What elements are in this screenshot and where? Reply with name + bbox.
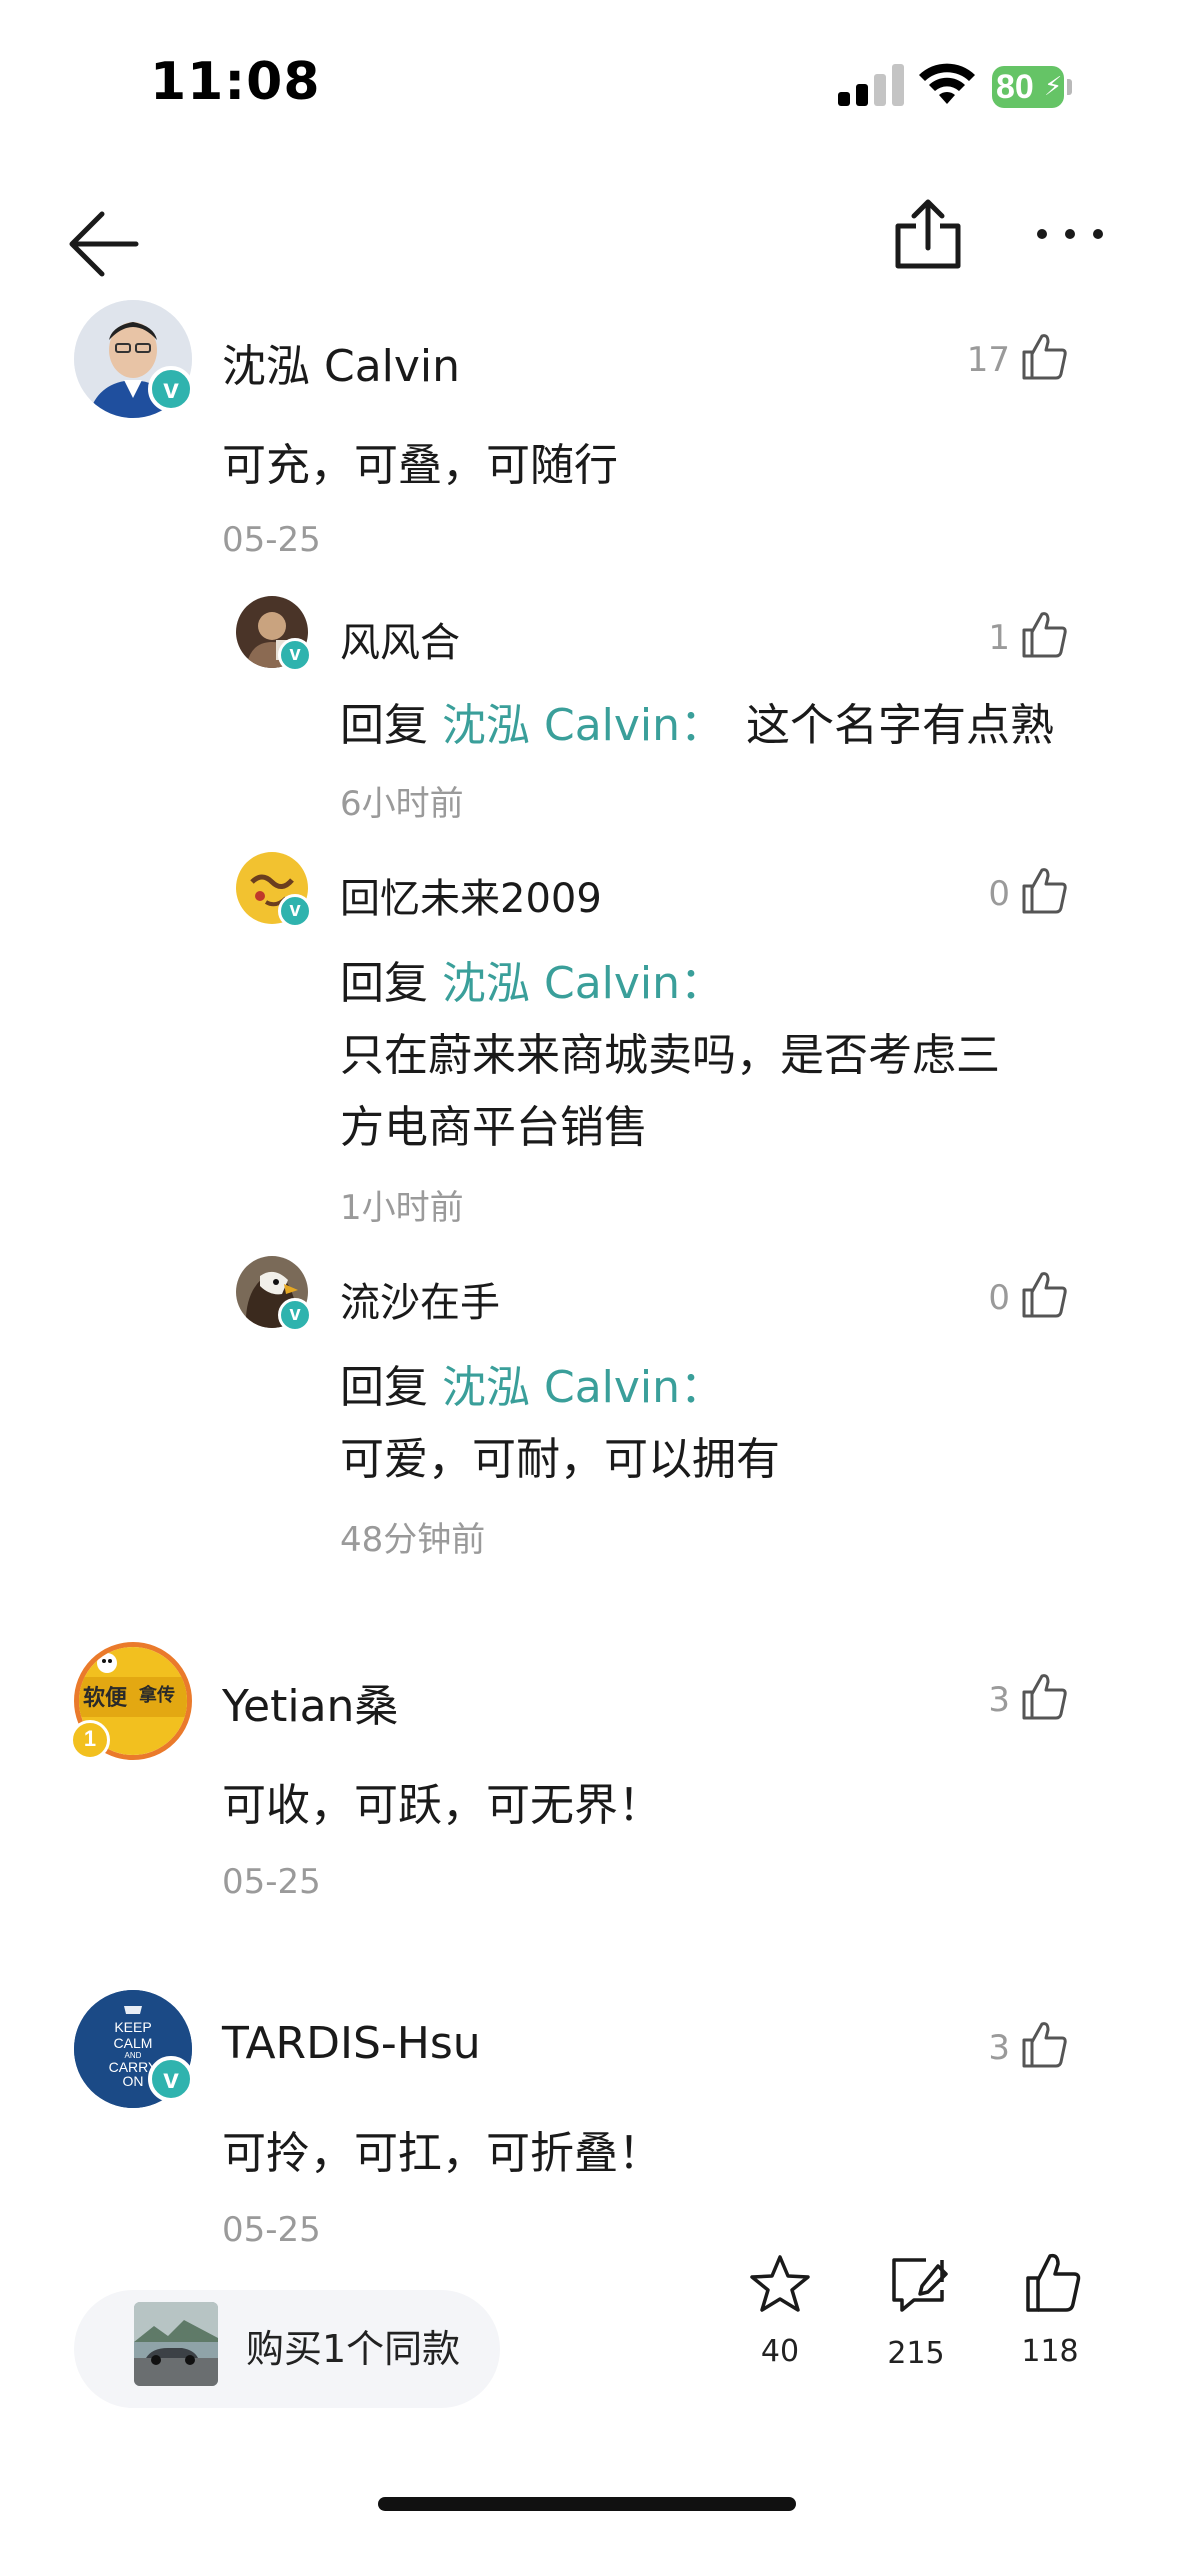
like-count: 3 <box>988 1680 1010 1720</box>
comment-date: 05-25 <box>222 1862 321 1902</box>
thumbs-up-icon[interactable] <box>1020 2250 1084 2314</box>
thumbs-up-icon[interactable] <box>1018 2018 1070 2070</box>
comment-author[interactable]: 沈泓 Calvin <box>222 330 460 394</box>
avatar-text: 软便 <box>83 1685 128 1711</box>
like-count: 0 <box>988 1278 1010 1318</box>
favorite-count: 40 <box>760 2334 800 2369</box>
battery-level: 80 <box>996 68 1034 106</box>
status-time: 11:08 <box>150 52 321 112</box>
reply-text: 可爱，可耐，可以拥有 <box>340 1434 780 1485</box>
charging-bolt-icon: ⚡ <box>1044 72 1063 102</box>
more-dots-icon[interactable] <box>1030 214 1110 254</box>
reply-author[interactable]: 流沙在手 <box>340 1270 500 1328</box>
battery-indicator: 80 ⚡ <box>992 66 1072 108</box>
verified-badge-icon: v <box>148 366 194 412</box>
avatar-text: CALM <box>114 2035 153 2051</box>
thumbs-up-icon[interactable] <box>1018 864 1070 916</box>
avatar-text: ON <box>123 2073 144 2089</box>
verified-badge-icon: v <box>278 638 312 672</box>
reply-text: 只在蔚来来商城卖吗，是否考虑三 <box>340 1030 1000 1081</box>
thumbs-up-icon[interactable] <box>1018 330 1070 382</box>
avatar-text: KEEP <box>114 2019 151 2035</box>
comment-text: 可充，可叠，可随行 <box>222 440 618 491</box>
thumbs-up-icon[interactable] <box>1018 608 1070 660</box>
product-image <box>134 2302 218 2386</box>
comment-count: 215 <box>887 2336 945 2371</box>
avatar-text: 拿传 <box>138 1684 175 1706</box>
comment-text: 可拎，可扛，可折叠！ <box>222 2128 662 2179</box>
level-badge: 1 <box>70 1720 110 1760</box>
reply-line: 回复 沈泓 Calvin： 这个名字有点熟 <box>340 690 1054 762</box>
like-total-count: 118 <box>1021 2334 1079 2369</box>
thumbs-up-icon[interactable] <box>1018 1670 1070 1722</box>
thumbs-up-icon[interactable] <box>1018 1268 1070 1320</box>
comment-date: 05-25 <box>222 2210 321 2250</box>
wifi-icon <box>919 63 975 104</box>
like-count: 1 <box>988 618 1010 658</box>
comment-author[interactable]: TARDIS-Hsu <box>222 2018 481 2069</box>
like-count: 0 <box>988 874 1010 914</box>
reply-line: 回复 沈泓 Calvin： <box>340 1352 724 1424</box>
verified-badge-icon: v <box>148 2056 194 2102</box>
comment-date: 05-25 <box>222 520 321 560</box>
reply-time: 1小时前 <box>340 1188 464 1228</box>
reply-line: 回复 沈泓 Calvin： <box>340 948 724 1020</box>
home-indicator[interactable] <box>378 2497 796 2511</box>
reply-prefix: 回复 <box>340 958 428 1009</box>
reply-prefix: 回复 <box>340 1362 428 1413</box>
like-count: 3 <box>988 2028 1010 2068</box>
product-thumbnail[interactable] <box>134 2302 218 2386</box>
back-arrow-icon[interactable] <box>66 204 146 284</box>
share-icon[interactable] <box>888 196 968 276</box>
buy-same-label[interactable]: 购买1个同款 <box>246 2318 460 2373</box>
reply-target-link[interactable]: 沈泓 Calvin： <box>442 958 724 1009</box>
reply-time: 48分钟前 <box>340 1520 486 1560</box>
like-count: 17 <box>966 340 1010 380</box>
comment-edit-icon[interactable] <box>886 2252 950 2316</box>
reply-target-link[interactable]: 沈泓 Calvin： <box>442 700 724 751</box>
reply-target-link[interactable]: 沈泓 Calvin： <box>442 1362 724 1413</box>
comment-text: 可收，可跃，可无界！ <box>222 1780 662 1831</box>
reply-text: 方电商平台销售 <box>340 1102 648 1153</box>
battery-cap <box>1067 79 1072 95</box>
verified-badge-icon: v <box>278 1298 312 1332</box>
reply-author[interactable]: 风风合 <box>340 610 460 668</box>
reply-text: 这个名字有点熟 <box>746 700 1055 751</box>
star-icon[interactable] <box>748 2252 812 2316</box>
reply-prefix: 回复 <box>340 700 428 751</box>
comment-author[interactable]: Yetian桑 <box>222 1670 398 1734</box>
reply-time: 6小时前 <box>340 784 464 824</box>
cellular-signal-icon <box>838 62 904 106</box>
verified-badge-icon: v <box>278 894 312 928</box>
reply-author[interactable]: 回忆未来2009 <box>340 866 602 924</box>
